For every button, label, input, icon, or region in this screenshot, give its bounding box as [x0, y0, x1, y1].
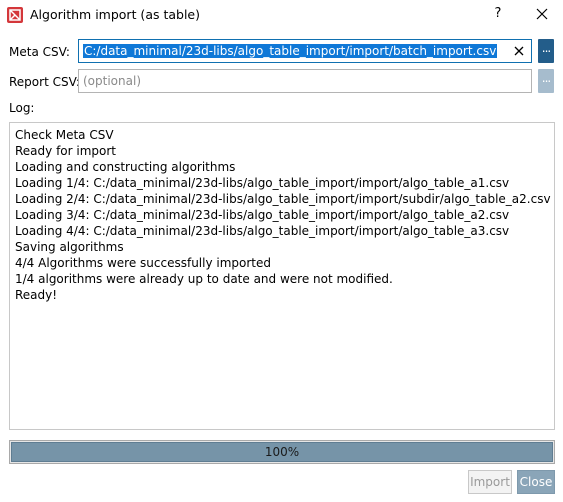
close-button[interactable]: Close	[517, 470, 555, 494]
meta-csv-field[interactable]: C:/data_minimal/23d-libs/algo_table_impo…	[78, 39, 532, 63]
window-title: Algorithm import (as table)	[30, 7, 200, 22]
meta-csv-value: C:/data_minimal/23d-libs/algo_table_impo…	[83, 44, 498, 58]
report-csv-browse-button[interactable]: ...	[538, 69, 554, 93]
log-output[interactable]: Check Meta CSV Ready for import Loading an…	[9, 122, 555, 430]
log-line: Loading 2/4: C:/data_minimal/23d-libs/al…	[15, 192, 551, 206]
clear-icon[interactable]	[513, 45, 525, 57]
report-csv-placeholder: (optional)	[83, 74, 141, 88]
report-csv-field[interactable]: (optional)	[78, 69, 532, 93]
meta-csv-label: Meta CSV:	[9, 45, 70, 59]
log-label: Log:	[9, 101, 35, 115]
window-close-button[interactable]	[532, 4, 552, 24]
log-line: Loading 4/4: C:/data_minimal/23d-libs/al…	[15, 224, 510, 238]
report-csv-label: Report CSV:	[9, 75, 80, 89]
log-line: Loading and constructing algorithms	[15, 160, 236, 174]
log-line: 1/4 algorithms were already up to date a…	[15, 272, 393, 286]
log-lines: Check Meta CSV Ready for import Loading an…	[15, 127, 551, 303]
log-line: Loading 3/4: C:/data_minimal/23d-libs/al…	[15, 208, 510, 222]
log-line: 4/4 Algorithms were successfully importe…	[15, 256, 272, 270]
log-line: Ready!	[15, 288, 58, 302]
log-line: Check Meta CSV	[15, 128, 114, 142]
import-dialog: Algorithm import (as table) ? Meta CSV: …	[0, 0, 563, 502]
log-line: Loading 1/4: C:/data_minimal/23d-libs/al…	[15, 176, 510, 190]
help-button[interactable]: ?	[489, 4, 507, 24]
progress-label: 100%	[264, 445, 300, 459]
meta-csv-browse-button[interactable]: ...	[538, 39, 554, 63]
progress-bar: 100%	[9, 440, 555, 464]
app-logo-icon	[7, 7, 23, 23]
import-button[interactable]: Import	[468, 470, 512, 494]
close-icon	[536, 8, 548, 20]
log-line: Ready for import	[15, 144, 117, 158]
title-bar[interactable]: Algorithm import (as table) ?	[0, 0, 563, 30]
log-line: Saving algorithms	[15, 240, 124, 254]
